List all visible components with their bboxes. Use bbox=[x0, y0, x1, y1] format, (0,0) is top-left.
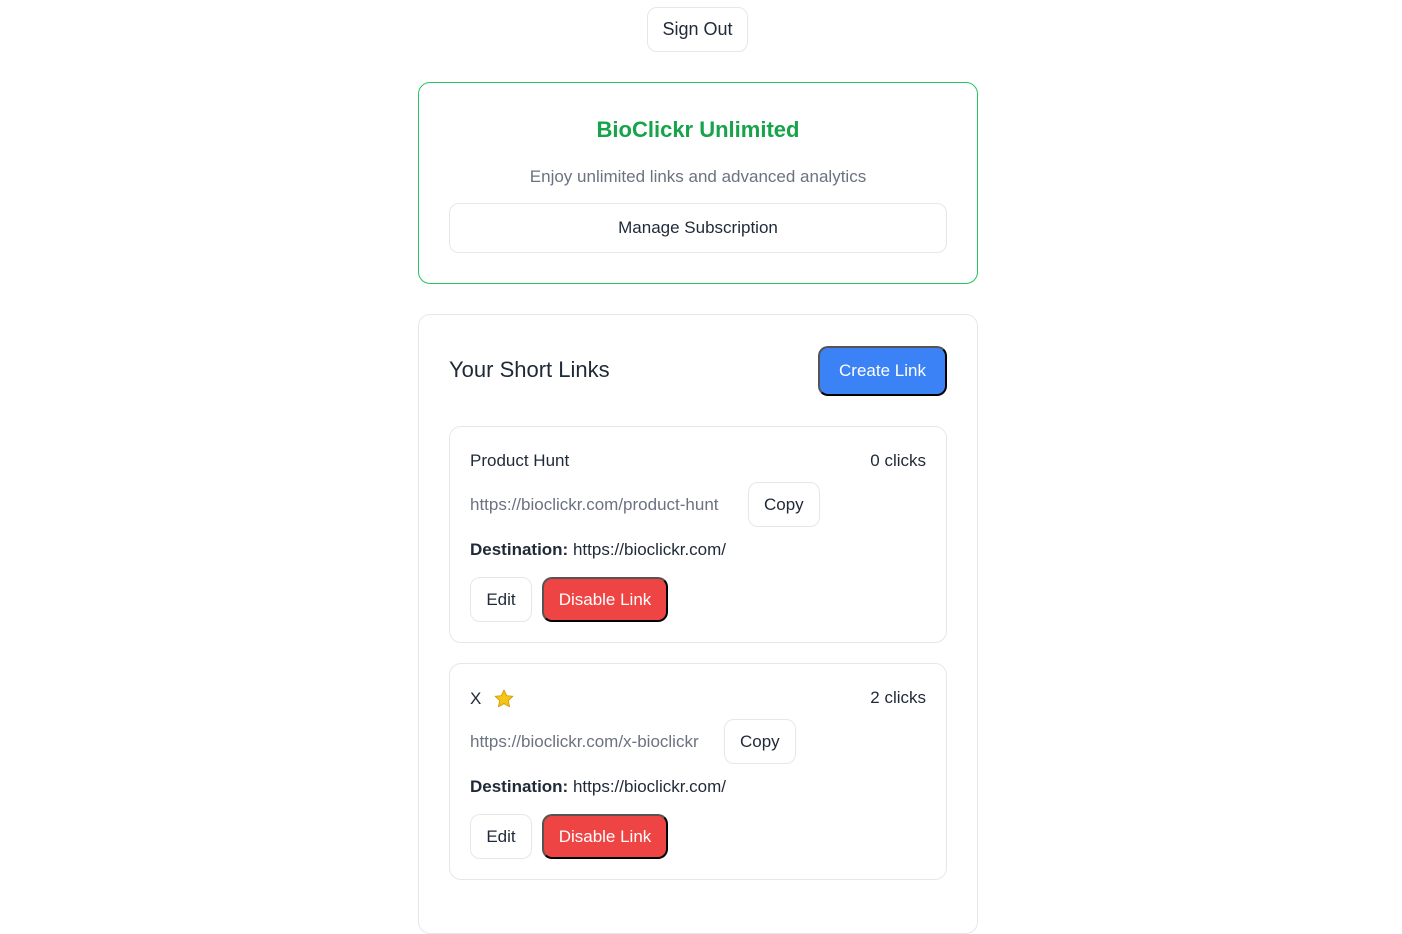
edit-button[interactable]: Edit bbox=[470, 577, 532, 622]
sign-out-button[interactable]: Sign Out bbox=[647, 7, 748, 52]
link-name: X bbox=[470, 688, 515, 710]
edit-button[interactable]: Edit bbox=[470, 814, 532, 859]
destination: Destination: https://bioclickr.com/ bbox=[470, 777, 726, 797]
disable-link-button[interactable]: Disable Link bbox=[542, 814, 668, 859]
create-link-button[interactable]: Create Link bbox=[818, 346, 947, 396]
destination-label: Destination: bbox=[470, 540, 569, 559]
destination: Destination: https://bioclickr.com/ bbox=[470, 540, 726, 560]
short-url: https://bioclickr.com/product-hunt bbox=[470, 495, 719, 514]
link-name: Product Hunt bbox=[470, 451, 569, 471]
star-icon bbox=[493, 688, 515, 710]
destination-label: Destination: bbox=[470, 777, 569, 796]
subscription-card: BioClickr Unlimited Enjoy unlimited link… bbox=[418, 82, 978, 284]
subscription-title: BioClickr Unlimited bbox=[596, 117, 800, 142]
short-url: https://bioclickr.com/x-bioclickr bbox=[470, 732, 699, 751]
section-title: Your Short Links bbox=[449, 357, 610, 382]
copy-button[interactable]: Copy bbox=[724, 719, 796, 764]
click-count: 2 clicks bbox=[870, 688, 926, 707]
destination-url: https://bioclickr.com/ bbox=[572, 540, 727, 559]
link-name-text: X bbox=[470, 689, 482, 708]
link-item: Product Hunt 0 clicks https://bioclickr.… bbox=[449, 426, 947, 643]
destination-url: https://bioclickr.com/ bbox=[572, 777, 727, 796]
subscription-description: Enjoy unlimited links and advanced analy… bbox=[529, 167, 867, 186]
click-count: 0 clicks bbox=[870, 451, 926, 470]
short-links-card: Your Short Links Create Link Product Hun… bbox=[418, 314, 978, 934]
link-name-text: Product Hunt bbox=[470, 451, 570, 470]
link-item: X 2 clicks https://bioclickr.com/x-biocl… bbox=[449, 663, 947, 880]
disable-link-button[interactable]: Disable Link bbox=[542, 577, 668, 622]
manage-subscription-button[interactable]: Manage Subscription bbox=[449, 203, 947, 253]
copy-button[interactable]: Copy bbox=[748, 482, 820, 527]
